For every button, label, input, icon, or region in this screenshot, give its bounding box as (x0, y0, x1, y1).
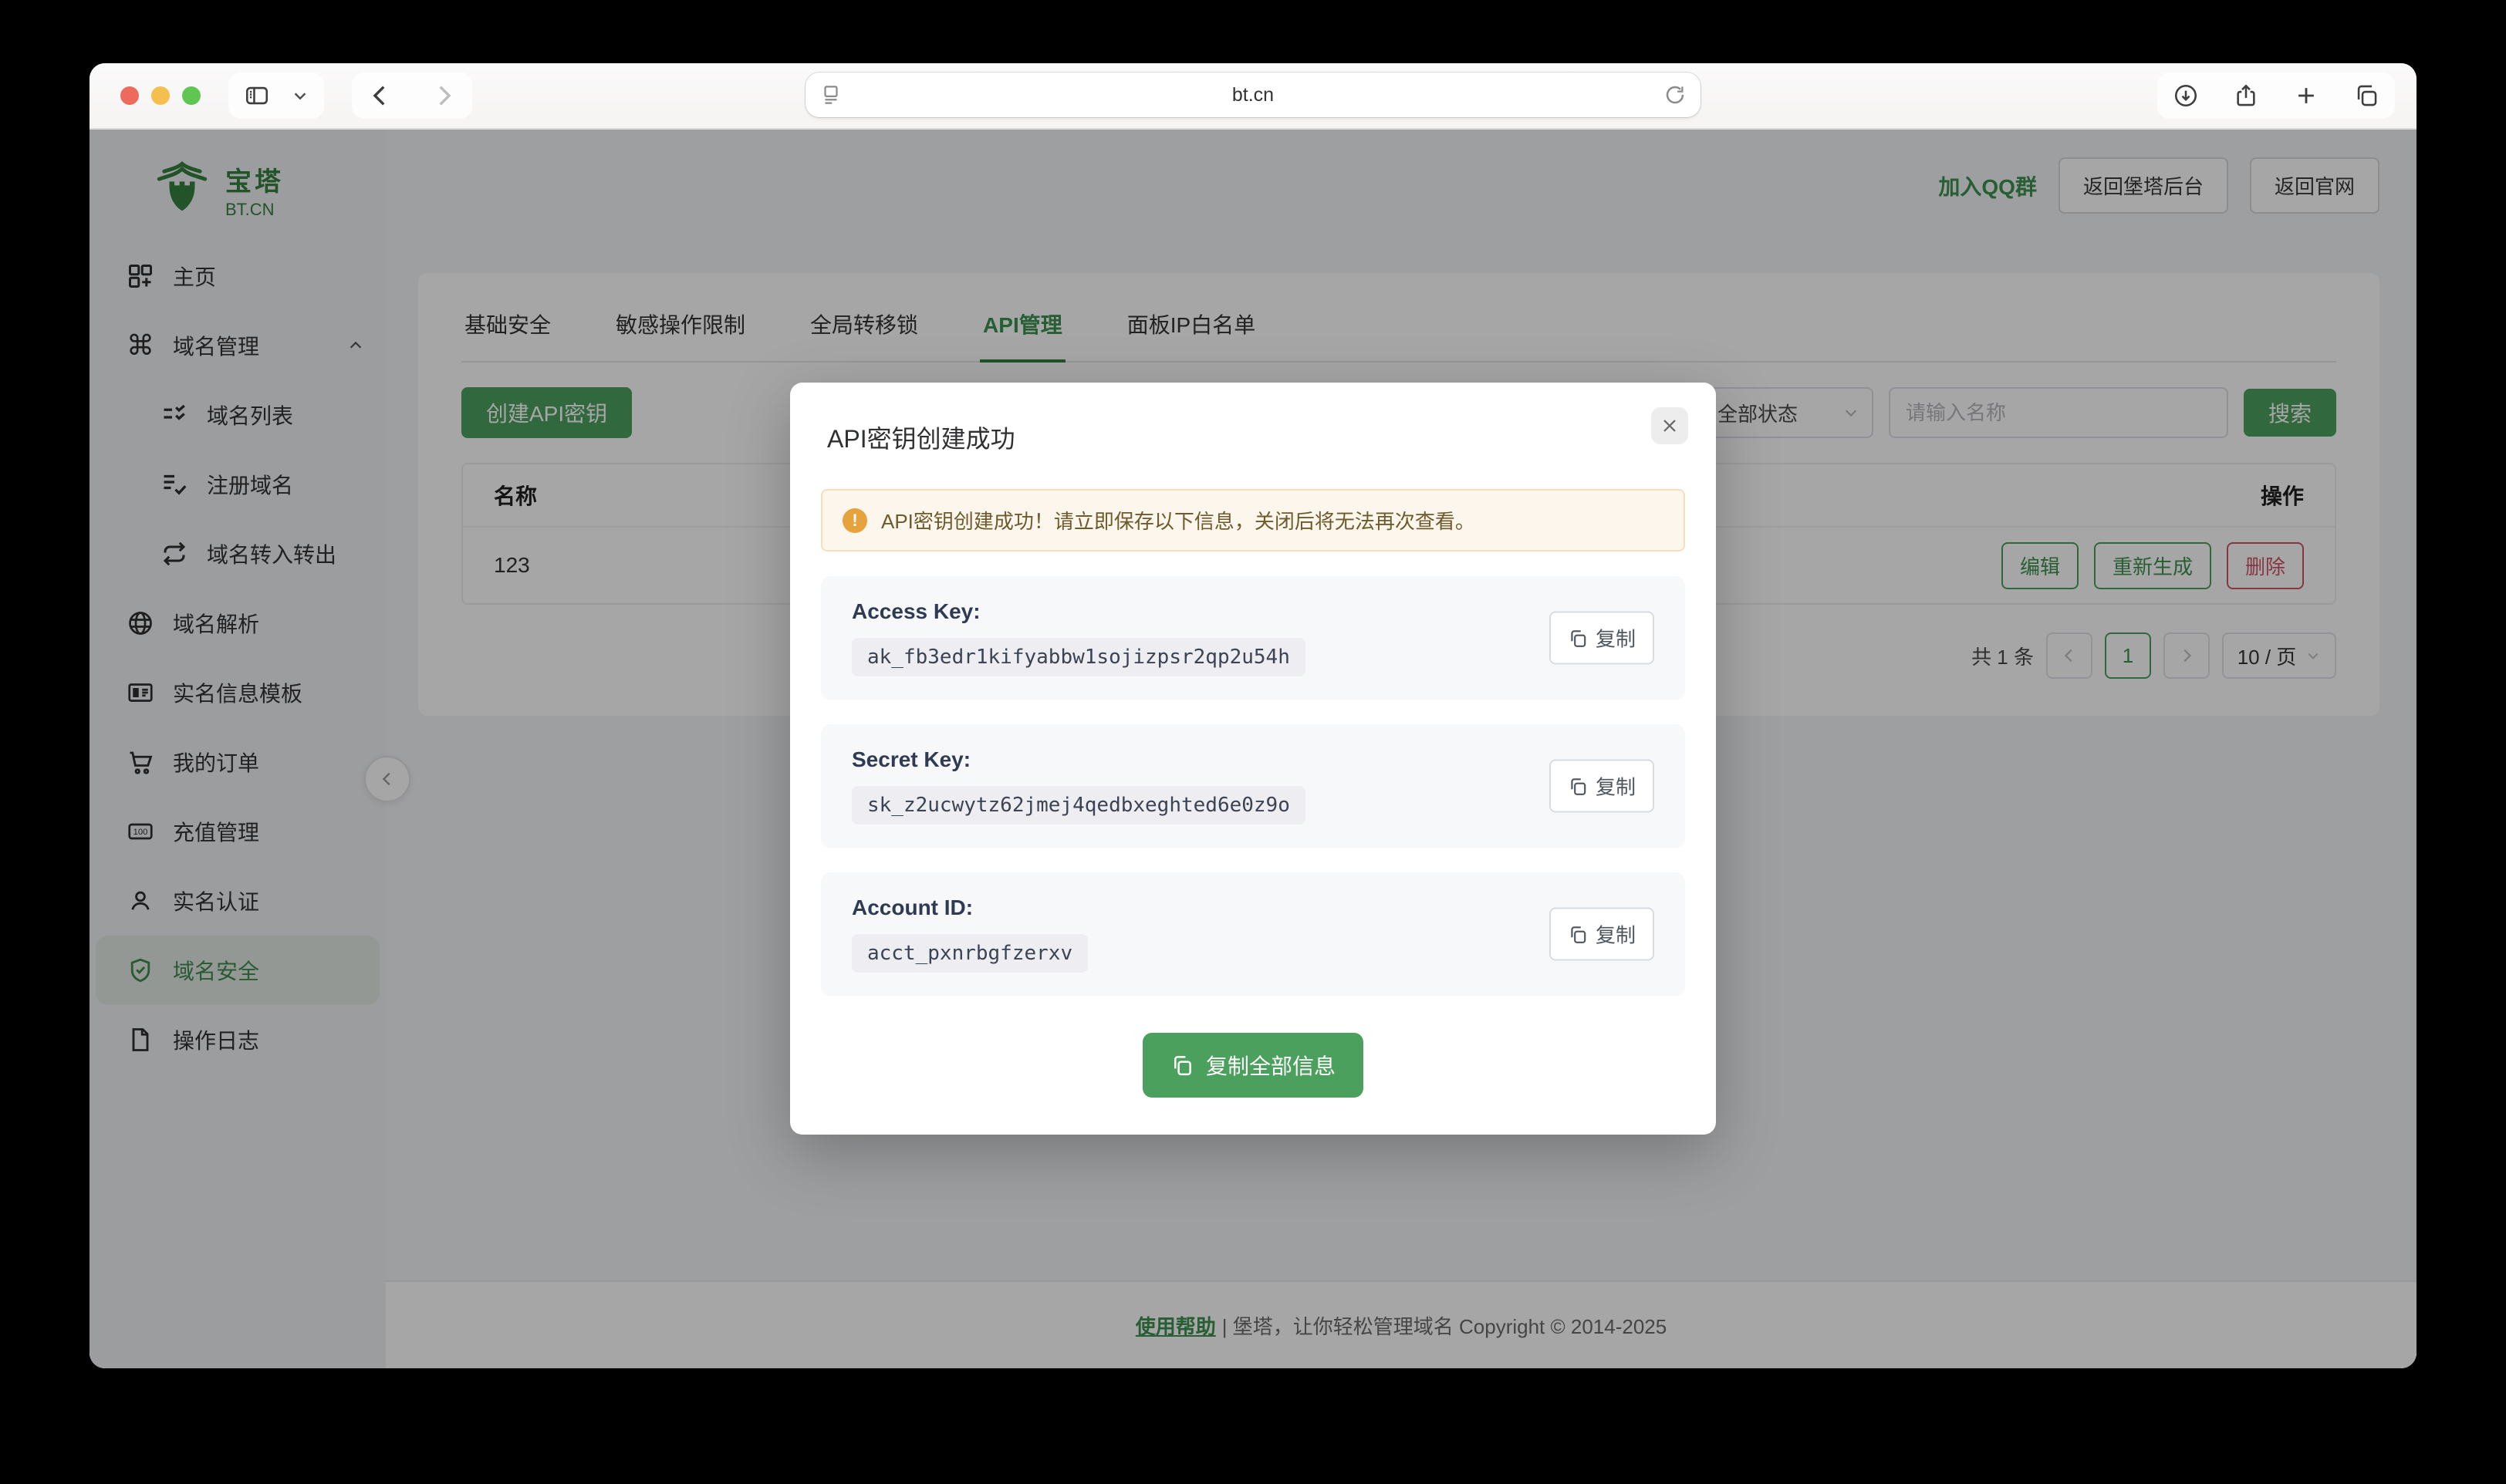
back-icon[interactable] (367, 83, 393, 109)
download-icon[interactable] (2173, 83, 2199, 109)
close-window-button[interactable] (120, 86, 139, 105)
reload-icon[interactable] (1663, 83, 1687, 106)
tab-group-chevron-icon[interactable] (292, 87, 309, 104)
account-id-value: acct_pxnrbgfzerxv (852, 934, 1088, 973)
browser-toolbar: bt.cn (90, 63, 2416, 130)
access-key-value: ak_fb3edr1kifyabbw1sojizpsr2qp2u54h (852, 638, 1305, 676)
copy-all-info-button[interactable]: 复制全部信息 (1143, 1033, 1363, 1098)
copy-icon (1568, 628, 1588, 648)
copy-all-label: 复制全部信息 (1206, 1050, 1336, 1081)
warning-alert: ! API密钥创建成功！请立即保存以下信息，关闭后将无法再次查看。 (821, 489, 1685, 551)
secret-key-field: Secret Key: sk_z2ucwytz62jmej4qedbxeghte… (821, 724, 1685, 848)
close-icon (1660, 416, 1679, 436)
web-page: 宝塔 BT.CN 主页 ⌘ 域名管理 域名列表 (90, 130, 2416, 1368)
address-bar[interactable]: bt.cn (806, 73, 1700, 117)
copy-icon (1568, 776, 1588, 796)
minimize-window-button[interactable] (151, 86, 170, 105)
modal-title: API密钥创建成功 (821, 413, 1685, 458)
forward-icon[interactable] (431, 83, 457, 109)
page-format-icon[interactable] (819, 83, 843, 106)
copy-button-label: 复制 (1596, 624, 1636, 653)
secret-key-value: sk_z2ucwytz62jmej4qedbxeghted6e0z9o (852, 786, 1305, 825)
modal-close-button[interactable] (1651, 407, 1688, 444)
access-key-label: Access Key: (852, 599, 1654, 624)
copy-account-id-button[interactable]: 复制 (1549, 908, 1654, 961)
access-key-field: Access Key: ak_fb3edr1kifyabbw1sojizpsr2… (821, 576, 1685, 700)
warning-text: API密钥创建成功！请立即保存以下信息，关闭后将无法再次查看。 (881, 506, 1475, 535)
tab-overview-icon[interactable] (2353, 83, 2379, 109)
api-key-created-modal: API密钥创建成功 ! API密钥创建成功！请立即保存以下信息，关闭后将无法再次… (790, 383, 1716, 1135)
sidebar-toggle-icon[interactable] (244, 83, 270, 109)
account-id-field: Account ID: acct_pxnrbgfzerxv 复制 (821, 872, 1685, 996)
secret-key-label: Secret Key: (852, 747, 1654, 772)
copy-icon (1170, 1054, 1194, 1077)
copy-secret-key-button[interactable]: 复制 (1549, 760, 1654, 813)
traffic-lights (120, 86, 201, 105)
share-icon[interactable] (2233, 83, 2259, 109)
copy-access-key-button[interactable]: 复制 (1549, 612, 1654, 665)
account-id-label: Account ID: (852, 895, 1654, 920)
copy-button-label: 复制 (1596, 920, 1636, 949)
new-tab-icon[interactable] (2293, 83, 2319, 109)
warning-icon: ! (843, 508, 867, 533)
zoom-window-button[interactable] (182, 86, 201, 105)
copy-icon (1568, 924, 1588, 944)
browser-window: bt.cn (90, 63, 2416, 1368)
address-url: bt.cn (1232, 84, 1274, 106)
copy-button-label: 复制 (1596, 772, 1636, 801)
